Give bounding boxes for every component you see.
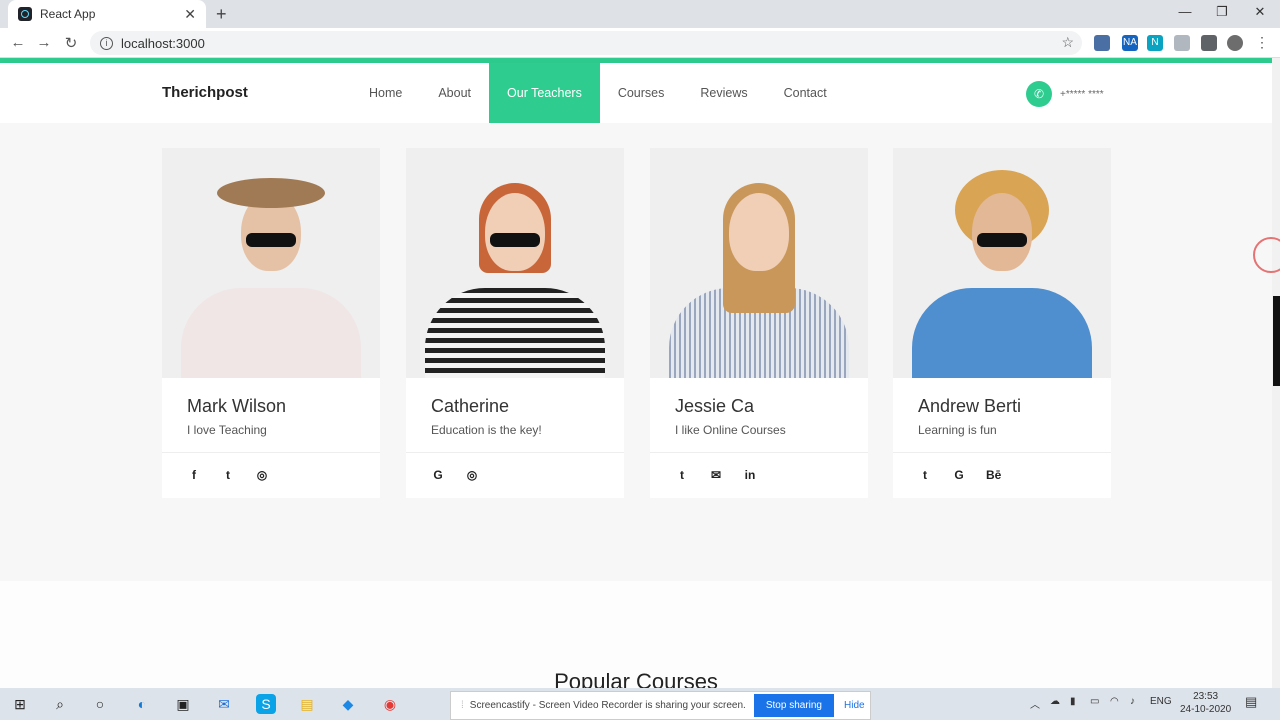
twitter-icon[interactable]: t <box>675 468 689 482</box>
hide-button[interactable]: Hide <box>844 700 865 711</box>
section-title: Popular Courses <box>554 669 718 688</box>
courses-section: Popular Courses <box>0 581 1272 688</box>
teacher-photo <box>893 148 1111 378</box>
new-tab-button[interactable]: + <box>216 4 227 25</box>
nav-home[interactable]: Home <box>351 63 420 123</box>
file-explorer-icon[interactable]: ▤ <box>297 694 317 714</box>
share-message: Screencastify - Screen Video Recorder is… <box>469 700 746 711</box>
browser-toolbar: ← → ↻ i localhost:3000 ☆ NA N ⋮ <box>0 28 1280 58</box>
shield-extension-icon[interactable] <box>1174 35 1190 51</box>
teacher-name: Jessie Ca <box>675 396 755 416</box>
web-page: Therichpost Home About Our Teachers Cour… <box>0 58 1272 688</box>
teacher-photo <box>406 148 624 378</box>
cortana-icon[interactable]: ○ <box>90 694 110 714</box>
tray-chevron-icon[interactable]: ︿ <box>1030 696 1040 711</box>
restore-button[interactable]: ❐ <box>1212 4 1232 20</box>
edge-icon[interactable]: ◐ <box>132 694 152 714</box>
teacher-tagline: I love Teaching <box>187 423 267 437</box>
linkedin-icon[interactable]: in <box>743 468 757 482</box>
reload-button[interactable]: ↻ <box>62 34 80 52</box>
teacher-card: Andrew Berti Learning is fun t G Bē <box>893 148 1111 498</box>
bookmark-star-icon[interactable]: ☆ <box>1061 34 1074 51</box>
clock-time: 23:53 <box>1193 691 1219 702</box>
battery-icon[interactable]: ▭ <box>1090 696 1099 707</box>
scrollbar-thumb[interactable] <box>1273 296 1280 386</box>
tab-title: React App <box>40 7 96 21</box>
screen-share-banner: ⁞ Screencastify - Screen Video Recorder … <box>450 691 871 720</box>
google-icon[interactable]: G <box>431 468 445 482</box>
windows-start-icon[interactable]: ⊞ <box>10 694 30 714</box>
react-favicon-icon <box>18 7 32 21</box>
google-icon[interactable]: G <box>952 468 966 482</box>
drag-handle-icon[interactable]: ⁞ <box>461 700 464 711</box>
teacher-card: Mark Wilson I love Teaching f t ◎ <box>162 148 380 498</box>
site-header: Therichpost Home About Our Teachers Cour… <box>0 63 1272 123</box>
teacher-photo <box>162 148 380 378</box>
teacher-name: Mark Wilson <box>187 396 287 416</box>
browser-tab-strip: React App ✕ + — ❐ ✕ <box>0 0 1280 28</box>
puzzle-extensions-icon[interactable] <box>1201 35 1217 51</box>
microphone-icon[interactable]: ▮ <box>1070 696 1076 707</box>
vscode-icon[interactable]: ◆ <box>338 694 358 714</box>
nav-our-teachers[interactable]: Our Teachers <box>489 63 600 123</box>
teacher-tagline: Education is the key! <box>431 423 542 437</box>
teacher-name: Andrew Berti <box>918 396 1022 416</box>
browser-menu-icon[interactable]: ⋮ <box>1253 34 1271 51</box>
extension-n-icon[interactable]: N <box>1147 35 1163 51</box>
extension-na-icon[interactable]: NA <box>1122 35 1138 51</box>
main-nav: Home About Our Teachers Courses Reviews … <box>351 63 845 123</box>
instagram-icon[interactable]: ◎ <box>255 468 269 482</box>
chrome-icon[interactable]: ◉ <box>380 694 400 714</box>
address-bar[interactable]: i localhost:3000 ☆ <box>90 31 1082 55</box>
phone-number: +***** **** <box>1060 88 1104 100</box>
site-brand[interactable]: Therichpost <box>162 84 248 101</box>
close-window-button[interactable]: ✕ <box>1250 4 1270 20</box>
nav-contact[interactable]: Contact <box>766 63 845 123</box>
nav-reviews[interactable]: Reviews <box>682 63 765 123</box>
onedrive-icon[interactable]: ☁ <box>1050 696 1060 707</box>
site-info-icon[interactable]: i <box>100 36 113 50</box>
profile-avatar-icon[interactable] <box>1227 35 1243 51</box>
nav-courses[interactable]: Courses <box>600 63 683 123</box>
nav-about[interactable]: About <box>420 63 489 123</box>
teachers-section: Mark Wilson I love Teaching f t ◎ Cather… <box>0 123 1272 581</box>
clock-date: 24-10-2020 <box>1180 704 1232 715</box>
back-button[interactable]: ← <box>9 34 27 51</box>
language-indicator[interactable]: ENG <box>1150 696 1172 707</box>
volume-icon[interactable]: ♪ <box>1130 696 1135 707</box>
teacher-name: Catherine <box>431 396 510 416</box>
store-icon[interactable]: ▣ <box>173 694 193 714</box>
phone-icon[interactable]: ✆ <box>1026 81 1052 107</box>
teacher-photo <box>650 148 868 378</box>
stop-sharing-button[interactable]: Stop sharing <box>753 694 834 717</box>
instagram-icon[interactable]: ◎ <box>465 468 479 482</box>
forward-button[interactable]: → <box>35 34 53 51</box>
facebook-icon[interactable]: f <box>187 468 201 482</box>
teacher-tagline: I like Online Courses <box>675 423 786 437</box>
email-icon[interactable]: ✉ <box>709 468 723 482</box>
mail-icon[interactable]: ✉ <box>214 694 234 714</box>
behance-icon[interactable]: Bē <box>986 468 1001 482</box>
teacher-tagline: Learning is fun <box>918 423 997 437</box>
taskbar-clock[interactable]: 23:53 24-10-2020 <box>1180 690 1231 716</box>
url-text[interactable]: localhost:3000 <box>121 36 205 51</box>
extension-icon[interactable] <box>1094 35 1110 51</box>
twitter-icon[interactable]: t <box>918 468 932 482</box>
teacher-card: Catherine Education is the key! G ◎ <box>406 148 624 498</box>
teacher-card: Jessie Ca I like Online Courses t ✉ in <box>650 148 868 498</box>
twitter-icon[interactable]: t <box>221 468 235 482</box>
browser-tab[interactable]: React App ✕ <box>8 0 206 28</box>
tab-close-icon[interactable]: ✕ <box>184 6 196 23</box>
phone-contact: ✆ +***** **** <box>1026 81 1104 107</box>
skype-icon[interactable]: S <box>256 694 276 714</box>
wifi-icon[interactable]: ◠ <box>1110 696 1119 707</box>
search-icon[interactable]: ⌕ <box>50 694 70 714</box>
minimize-button[interactable]: — <box>1175 4 1195 19</box>
notification-icon[interactable]: ▤ <box>1245 694 1257 710</box>
